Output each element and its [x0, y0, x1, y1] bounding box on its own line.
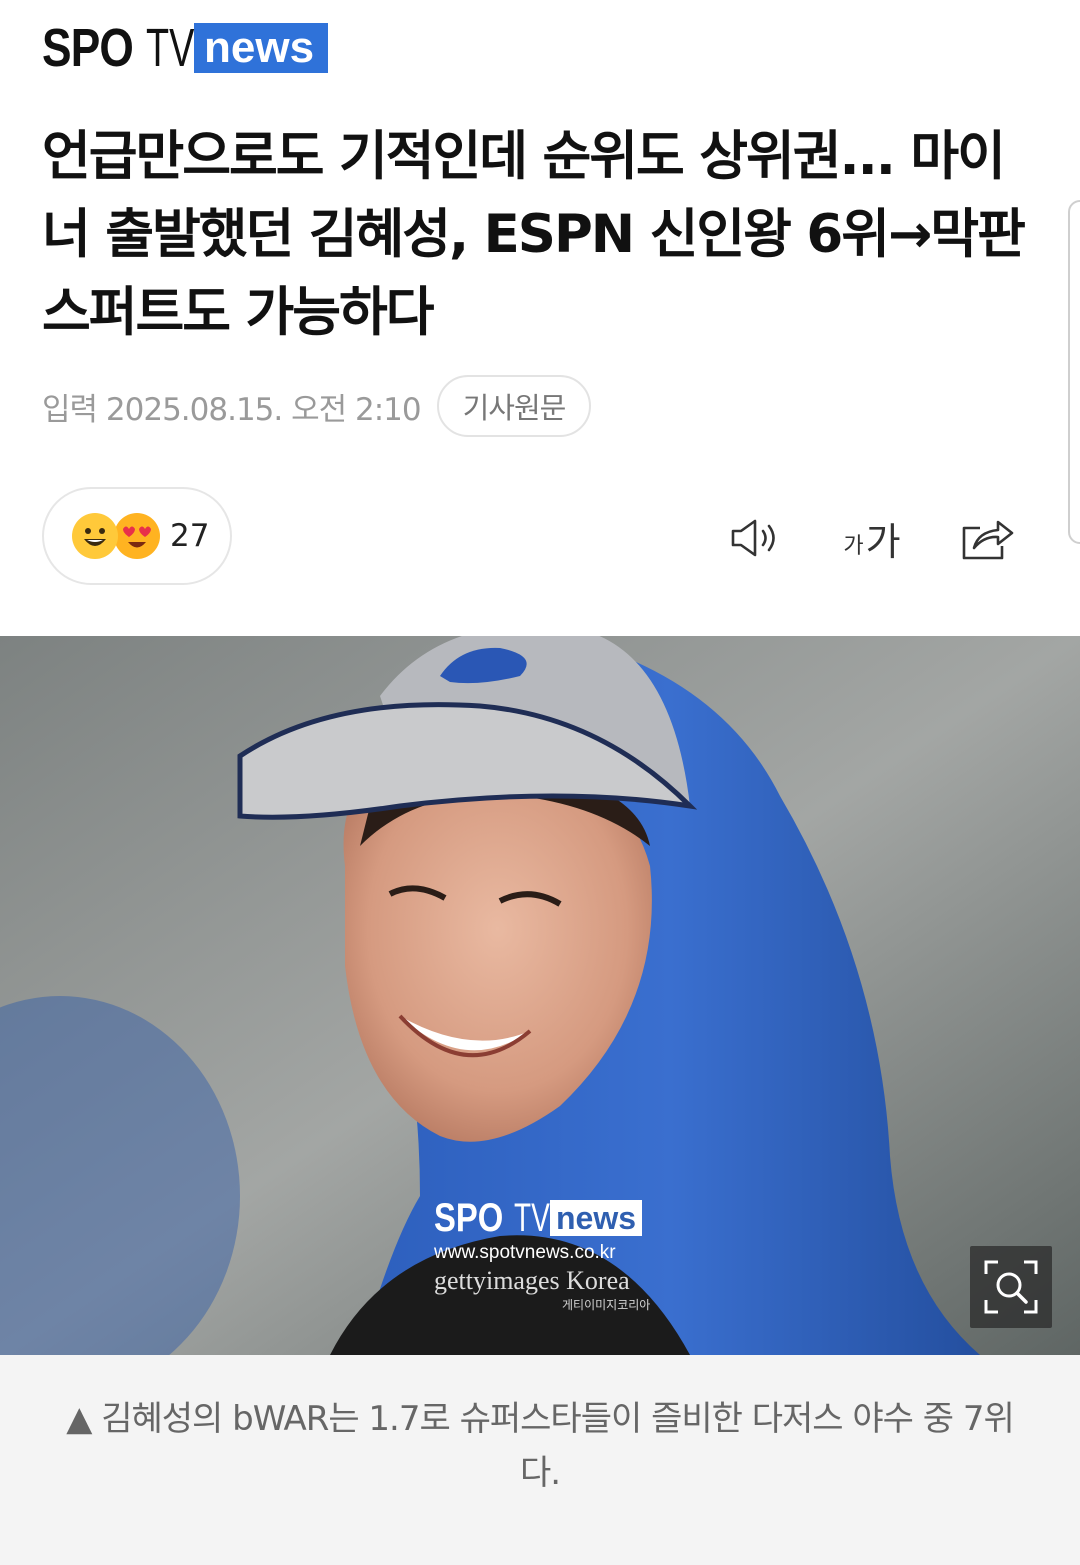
- scrollbar[interactable]: [1068, 200, 1080, 544]
- share-icon: [962, 520, 1014, 560]
- spotv-news-logo[interactable]: SPO TV news: [42, 18, 328, 78]
- share-button[interactable]: [956, 510, 1018, 566]
- watermark-getty: gettyimages Korea: [434, 1266, 630, 1295]
- logo-news-badge: news: [194, 23, 328, 73]
- text-to-speech-button[interactable]: [726, 510, 786, 566]
- original-article-button[interactable]: 기사원문: [436, 375, 592, 437]
- logo-spo-text: SPO: [42, 18, 134, 78]
- font-big-label: 가: [865, 519, 901, 564]
- photo-watermark: SPO TV news www.spotvnews.co.kr gettyima…: [434, 1195, 674, 1313]
- watermark-news: news: [550, 1200, 643, 1236]
- reaction-button[interactable]: 27: [42, 487, 232, 585]
- smile-emoji-icon: [72, 513, 118, 559]
- watermark-spo: SPO: [434, 1195, 504, 1240]
- zoom-search-icon: [984, 1260, 1038, 1314]
- font-small-label: 가: [843, 534, 864, 559]
- watermark-url: www.spotvnews.co.kr: [434, 1242, 616, 1263]
- article-headline: 언급만으로도 기적인데 순위도 상위권... 마이너 출발했던 김혜성, ESP…: [42, 126, 1026, 343]
- reaction-count: 27: [170, 518, 210, 554]
- article-meta: 입력 2025.08.15. 오전 2:10 기사원문: [42, 374, 592, 438]
- watermark-getty-korean: 게티이미지코리아: [562, 1298, 651, 1312]
- heart-eyes-emoji-icon: [114, 513, 160, 559]
- watermark-tv: TV: [514, 1195, 550, 1240]
- published-date: 입력 2025.08.15. 오전 2:10: [42, 391, 422, 428]
- article-page: SPO TV news 언급만으로도 기적인데 순위도 상위권... 마이너 출…: [0, 0, 1080, 1565]
- font-size-button[interactable]: 가 가: [836, 510, 908, 566]
- logo-tv-text: TV: [146, 18, 195, 78]
- photo-caption: ▲ 김혜성의 bWAR는 1.7로 슈퍼스타들이 즐비한 다저스 야수 중 7위…: [66, 1399, 1015, 1493]
- photo-zoom-button[interactable]: [970, 1246, 1052, 1328]
- speaker-icon: [731, 519, 775, 557]
